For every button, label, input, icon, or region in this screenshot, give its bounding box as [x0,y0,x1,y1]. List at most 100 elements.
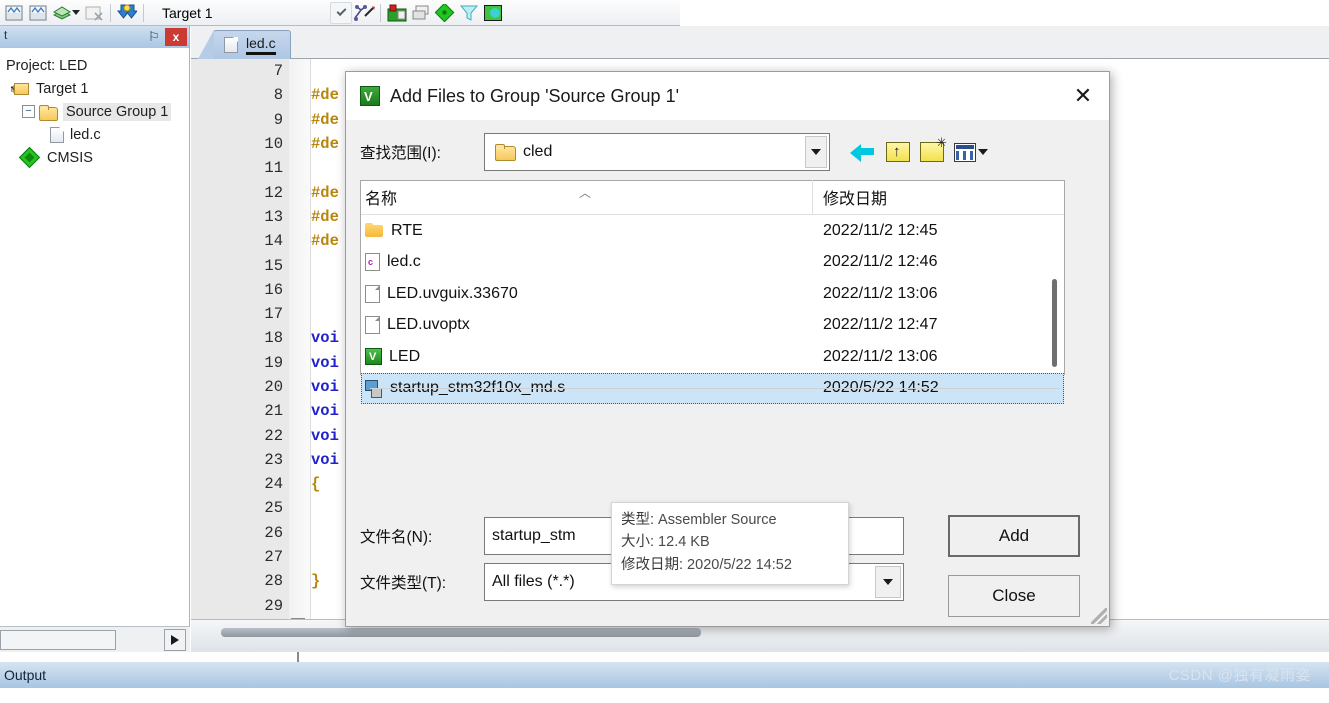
column-header-date-label: 修改日期 [823,191,888,208]
up-one-level-icon[interactable] [886,142,910,162]
toolbar-empty-space [680,0,1329,26]
tree-label-ledc: led.c [70,126,101,143]
line-number: 11 [264,159,283,178]
chevron-down-icon [336,6,346,17]
target-selector[interactable]: Target 1 [154,2,324,24]
views-icon[interactable] [954,142,976,162]
chevron-down-icon [811,149,821,155]
document-icon [224,37,238,53]
document-icon [365,284,380,303]
file-row-name-cell: RTE [361,222,813,240]
line-number: 18 [264,329,283,348]
file-list-row[interactable]: led.c 2022/11/2 12:46 [361,247,1064,279]
file-list-row[interactable]: LED.uvoptx 2022/11/2 12:47 [361,310,1064,342]
sidebar-item-source-group[interactable]: − Source Group 1 [6,100,189,123]
sidebar-item-target1[interactable]: ✾ Target 1 [6,77,189,100]
code-text: voi [311,378,339,396]
line-number: 28 [264,572,283,591]
tooltip-type-value: Assembler Source [654,512,777,528]
filter-icon[interactable] [457,2,481,24]
column-header-date[interactable]: 修改日期 [813,180,1064,214]
views-dropdown-caret-icon[interactable] [978,149,988,155]
output-panel: Output CSDN @独有凝雨姿 [0,662,1329,703]
target-selector-dropdown[interactable] [330,1,352,24]
tab-label: led.c [246,35,276,55]
divider [370,388,1060,389]
pack-installer-icon[interactable] [433,2,457,24]
sidebar-item-cmsis[interactable]: CMSIS [6,146,189,169]
file-row-name-cell: led.c [361,253,813,272]
file-row-name: led.c [387,253,421,271]
pin-icon[interactable]: ⚐ [145,28,163,46]
column-header-name[interactable]: ︿ 名称 [361,180,813,214]
scroll-right-button[interactable] [164,628,186,651]
rebuild-icon[interactable] [26,2,50,24]
tooltip-date-line: 修改日期: 2020/5/22 14:52 [621,554,839,576]
tree-label-source-group: Source Group 1 [63,102,172,121]
project-panel-tabbar[interactable] [0,629,116,650]
look-in-combobox[interactable]: cled [484,133,830,171]
line-number: 16 [264,280,283,299]
column-header-name-label: 名称 [365,191,398,208]
manage-components-icon[interactable] [385,2,409,24]
line-number: 24 [264,475,283,494]
line-number: 22 [264,426,283,445]
file-list-row[interactable]: RTE 2022/11/2 12:45 [361,215,1064,247]
file-row-name-cell: LED.uvguix.33670 [361,284,813,303]
scrollbar-thumb[interactable] [1052,279,1057,367]
batch-build-icon[interactable] [50,2,74,24]
project-panel: t ⚐ x Project: LED ✾ Target 1 − Source G… [0,26,190,652]
sidebar-item-ledc[interactable]: led.c [6,123,189,146]
new-folder-icon[interactable] [920,135,947,162]
file-list-row[interactable]: LED 2022/11/2 13:06 [361,341,1064,373]
line-number: 20 [264,378,283,396]
file-row-name: LED.uvguix.33670 [387,284,518,302]
tree-label-cmsis: CMSIS [47,149,93,166]
line-number: 15 [264,256,283,275]
download-icon[interactable] [115,2,139,24]
uvision-file-icon [365,348,382,366]
output-panel-title: Output [4,667,47,683]
code-text: #de [311,135,339,154]
file-row-date: 2022/11/2 13:06 [823,347,938,365]
file-list-scrollbar[interactable] [1048,217,1062,372]
target-options-icon[interactable] [352,2,376,24]
look-in-row: 查找范围(I): cled [346,124,1109,180]
file-row-name: LED.uvoptx [387,316,470,334]
line-number: 26 [264,523,283,542]
build-icon[interactable] [2,2,26,24]
books-icon[interactable] [481,2,505,24]
folder-icon [495,144,516,161]
tooltip-size-key: 大小: [621,534,655,551]
scrollbar-thumb[interactable] [221,628,701,637]
dialog-close-button[interactable]: ✕ [1057,72,1109,120]
tooltip-type-line: 类型: Assembler Source [621,509,839,531]
folder-icon [39,104,58,121]
resize-grip[interactable] [1091,608,1107,624]
project-panel-footer [0,626,190,652]
multi-project-icon[interactable] [409,2,433,24]
code-text: } [311,572,321,591]
line-number: 23 [264,450,283,469]
file-row-name: RTE [391,221,423,239]
tree-label-target1: Target 1 [36,80,89,97]
filename-value: startup_stm [492,527,576,544]
code-text: voi [311,329,339,348]
file-list-row[interactable]: LED.uvguix.33670 2022/11/2 13:06 [361,278,1064,310]
target-folder-icon: ✾ [10,81,30,96]
dialog-titlebar: Add Files to Group 'Source Group 1' ✕ [346,72,1109,120]
filetype-dropdown-button[interactable] [875,566,901,598]
tab-ledc[interactable]: led.c [198,30,291,59]
line-number: 29 [264,596,283,615]
back-arrow-icon[interactable] [850,141,876,163]
tooltip-date-value: 2020/5/22 14:52 [683,556,792,573]
close-button[interactable]: Close [948,575,1080,617]
close-icon[interactable]: x [165,28,187,46]
collapse-expander-icon[interactable]: − [22,105,35,118]
add-button[interactable]: Add [948,515,1080,557]
file-list[interactable]: ︿ 名称 修改日期 RTE 2022/11/2 12:45 led.c 2022/11… [360,180,1065,404]
stop-build-icon[interactable] [82,2,106,24]
look-in-dropdown-button[interactable] [805,136,827,168]
dialog-body: 查找范围(I): cled ↑ ✳ ︿ 名称 修改日期 RTE 2022/11/… [346,120,1109,626]
uvision-icon [360,86,380,107]
